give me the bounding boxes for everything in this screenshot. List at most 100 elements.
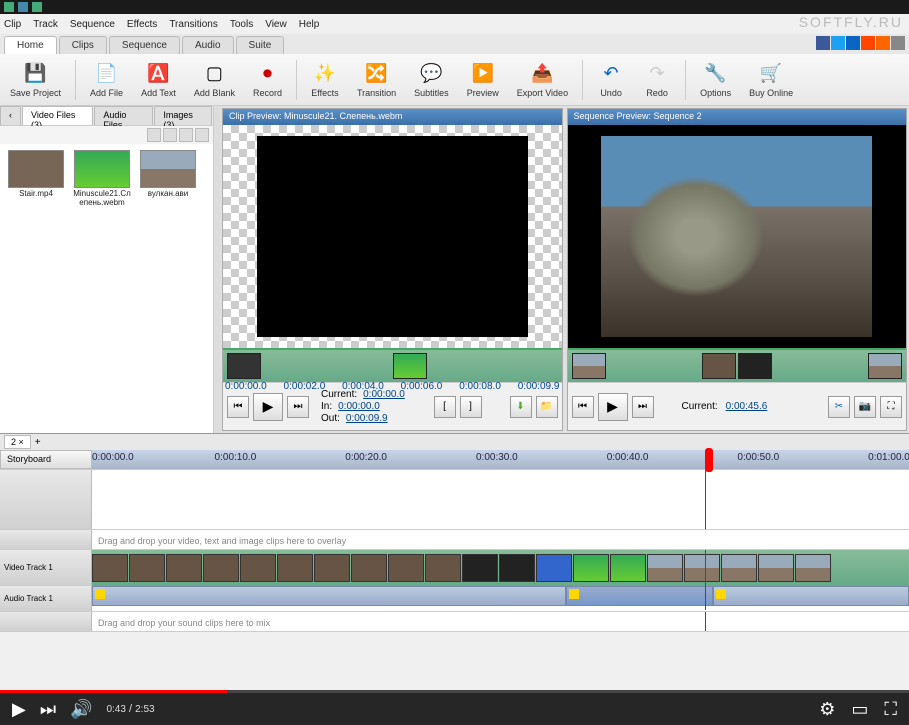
- fullscreen-button[interactable]: ⛶: [880, 396, 902, 418]
- yt-next-button[interactable]: ⏭: [40, 699, 56, 720]
- ribbon-tab-sequence[interactable]: Sequence: [109, 36, 180, 54]
- audio-mix-lane[interactable]: Drag and drop your sound clips here to m…: [92, 612, 909, 631]
- video-clip[interactable]: [573, 554, 609, 582]
- seq-prev-button[interactable]: ⏮: [572, 396, 594, 418]
- file-tab-other[interactable]: ‹: [0, 106, 21, 125]
- sequence-tab[interactable]: 2 ×: [4, 435, 31, 449]
- insert-button[interactable]: ⬇: [510, 396, 532, 418]
- video-clip[interactable]: [610, 554, 646, 582]
- menu-clip[interactable]: Clip: [4, 19, 21, 30]
- menu-help[interactable]: Help: [299, 19, 320, 30]
- video-clip[interactable]: [166, 554, 202, 582]
- file-tab-images[interactable]: Images (3): [154, 106, 212, 125]
- menu-sequence[interactable]: Sequence: [70, 19, 115, 30]
- sequence-filmstrip[interactable]: [568, 348, 907, 382]
- file-tab-audio[interactable]: Audio Files: [94, 106, 153, 125]
- add-blank-button[interactable]: ▢Add Blank: [190, 60, 239, 100]
- overwrite-button[interactable]: 📁: [536, 396, 558, 418]
- video-clip[interactable]: [721, 554, 757, 582]
- video-clip[interactable]: [758, 554, 794, 582]
- record-button[interactable]: ⏺Record: [249, 60, 286, 100]
- file-item[interactable]: вулкан.ави: [138, 150, 198, 208]
- export-video-button[interactable]: 📤Export Video: [513, 60, 572, 100]
- rss-icon[interactable]: [876, 36, 890, 50]
- video-clip[interactable]: [684, 554, 720, 582]
- twitter-icon[interactable]: [831, 36, 845, 50]
- options-button[interactable]: 🔧Options: [696, 60, 735, 100]
- menu-tools[interactable]: Tools: [230, 19, 253, 30]
- video-clip[interactable]: [277, 554, 313, 582]
- video-clip[interactable]: [499, 554, 535, 582]
- video-clip[interactable]: [314, 554, 350, 582]
- clip-out-time[interactable]: 0:00:09.9: [346, 413, 388, 424]
- view-list-icon[interactable]: [163, 128, 177, 142]
- help-icon[interactable]: [891, 36, 905, 50]
- ribbon-tab-clips[interactable]: Clips: [59, 36, 107, 54]
- menu-effects[interactable]: Effects: [127, 19, 157, 30]
- split-button[interactable]: ✂: [828, 396, 850, 418]
- linkedin-icon[interactable]: [846, 36, 860, 50]
- video-clip[interactable]: [203, 554, 239, 582]
- timeline-ruler[interactable]: 0:00:00.0 0:00:10.0 0:00:20.0 0:00:30.0 …: [92, 450, 909, 469]
- prev-frame-button[interactable]: ⏮: [227, 396, 249, 418]
- add-file-button[interactable]: 📄Add File: [86, 60, 127, 100]
- video-clip[interactable]: [92, 554, 128, 582]
- video-clip[interactable]: [129, 554, 165, 582]
- overlay-lane[interactable]: [92, 470, 909, 529]
- video-clip[interactable]: [425, 554, 461, 582]
- ribbon-tab-suite[interactable]: Suite: [236, 36, 285, 54]
- subtitles-button[interactable]: 💬Subtitles: [410, 60, 453, 100]
- yt-fullscreen-button[interactable]: ⛶: [884, 699, 897, 720]
- yt-play-button[interactable]: ▶: [12, 699, 26, 720]
- view-grid-icon[interactable]: [179, 128, 193, 142]
- ribbon-tab-audio[interactable]: Audio: [182, 36, 234, 54]
- file-item[interactable]: Stair.mp4: [6, 150, 66, 208]
- video-clip[interactable]: [795, 554, 831, 582]
- yt-settings-button[interactable]: ⚙: [819, 699, 835, 720]
- ribbon-tab-home[interactable]: Home: [4, 36, 57, 54]
- menu-track[interactable]: Track: [33, 19, 58, 30]
- redo-button[interactable]: ↷Redo: [639, 60, 675, 100]
- yt-theater-button[interactable]: ▭: [851, 699, 868, 720]
- clip-filmstrip[interactable]: 0:00:00.0 0:00:02.0 0:00:04.0 0:00:06.0 …: [223, 348, 562, 382]
- next-frame-button[interactable]: ⏭: [287, 396, 309, 418]
- seq-next-button[interactable]: ⏭: [632, 396, 654, 418]
- file-tab-video[interactable]: Video Files (3): [22, 106, 93, 125]
- video-clip[interactable]: [240, 554, 276, 582]
- facebook-icon[interactable]: [816, 36, 830, 50]
- reddit-icon[interactable]: [861, 36, 875, 50]
- storyboard-button[interactable]: Storyboard: [0, 450, 92, 469]
- set-in-button[interactable]: [: [434, 396, 456, 418]
- snapshot-button[interactable]: 📷: [854, 396, 876, 418]
- buy-online-button[interactable]: 🛒Buy Online: [745, 60, 797, 100]
- video-track-header[interactable]: Video Track 1: [0, 550, 92, 585]
- clip-in-time[interactable]: 0:00:00.0: [338, 401, 380, 412]
- file-item[interactable]: Minuscule21.Слепень.webm: [72, 150, 132, 208]
- menu-transitions[interactable]: Transitions: [169, 19, 218, 30]
- video-clip[interactable]: [388, 554, 424, 582]
- video-clip[interactable]: [351, 554, 387, 582]
- audio-clip[interactable]: [713, 586, 909, 606]
- audio-clip[interactable]: [566, 586, 713, 606]
- save-project-button[interactable]: 💾Save Project: [6, 60, 65, 100]
- audio-clip[interactable]: [92, 586, 566, 606]
- set-out-button[interactable]: ]: [460, 396, 482, 418]
- playhead[interactable]: [705, 448, 713, 472]
- audio-track-header[interactable]: Audio Track 1: [0, 586, 92, 611]
- yt-volume-button[interactable]: 🔊: [70, 699, 92, 720]
- preview-button[interactable]: ▶️Preview: [463, 60, 503, 100]
- play-button[interactable]: ▶: [253, 393, 283, 421]
- video-clip[interactable]: [462, 554, 498, 582]
- add-media-icon[interactable]: [147, 128, 161, 142]
- overlay-hint-lane[interactable]: Drag and drop your video, text and image…: [92, 530, 909, 549]
- seq-play-button[interactable]: ▶: [598, 393, 628, 421]
- video-clip[interactable]: [536, 554, 572, 582]
- overlay-track-header[interactable]: [0, 470, 92, 529]
- audio-lane[interactable]: [92, 586, 909, 610]
- add-text-button[interactable]: 🅰️Add Text: [137, 60, 180, 100]
- seq-current-time[interactable]: 0:00:45.6: [726, 401, 768, 412]
- sort-icon[interactable]: [195, 128, 209, 142]
- video-lane[interactable]: [92, 550, 909, 586]
- transition-button[interactable]: 🔀Transition: [353, 60, 400, 100]
- menu-view[interactable]: View: [265, 19, 287, 30]
